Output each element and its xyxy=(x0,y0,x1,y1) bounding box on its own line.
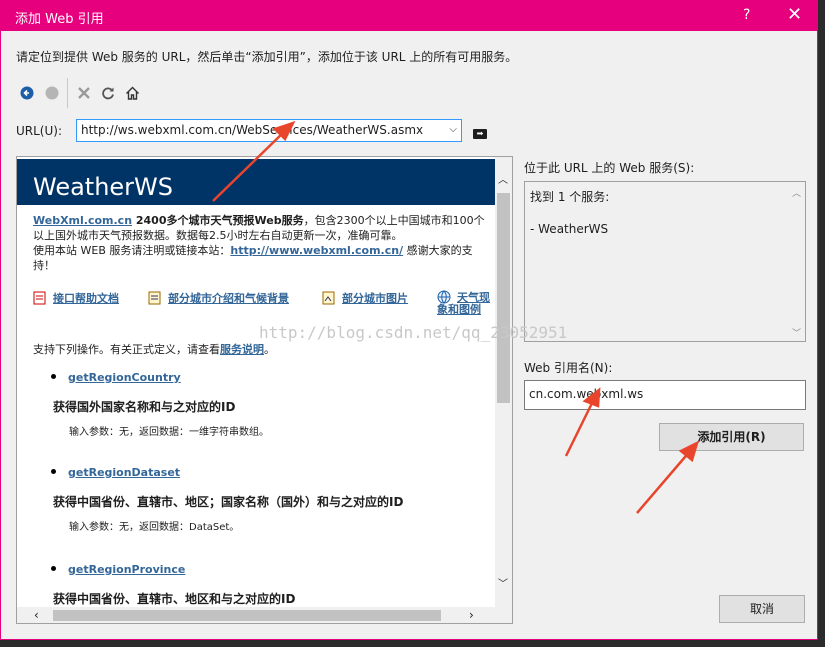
annotation-arrow xyxy=(564,396,597,457)
annotation-arrow xyxy=(636,449,692,514)
add-web-reference-dialog: 添加 Web 引用 ? ✕ 请定位到提供 Web 服务的 URL，然后单击“添加… xyxy=(0,0,818,640)
annotation-arrows xyxy=(212,120,700,514)
annotation-arrow xyxy=(212,128,288,202)
annotation-arrow xyxy=(582,387,601,408)
